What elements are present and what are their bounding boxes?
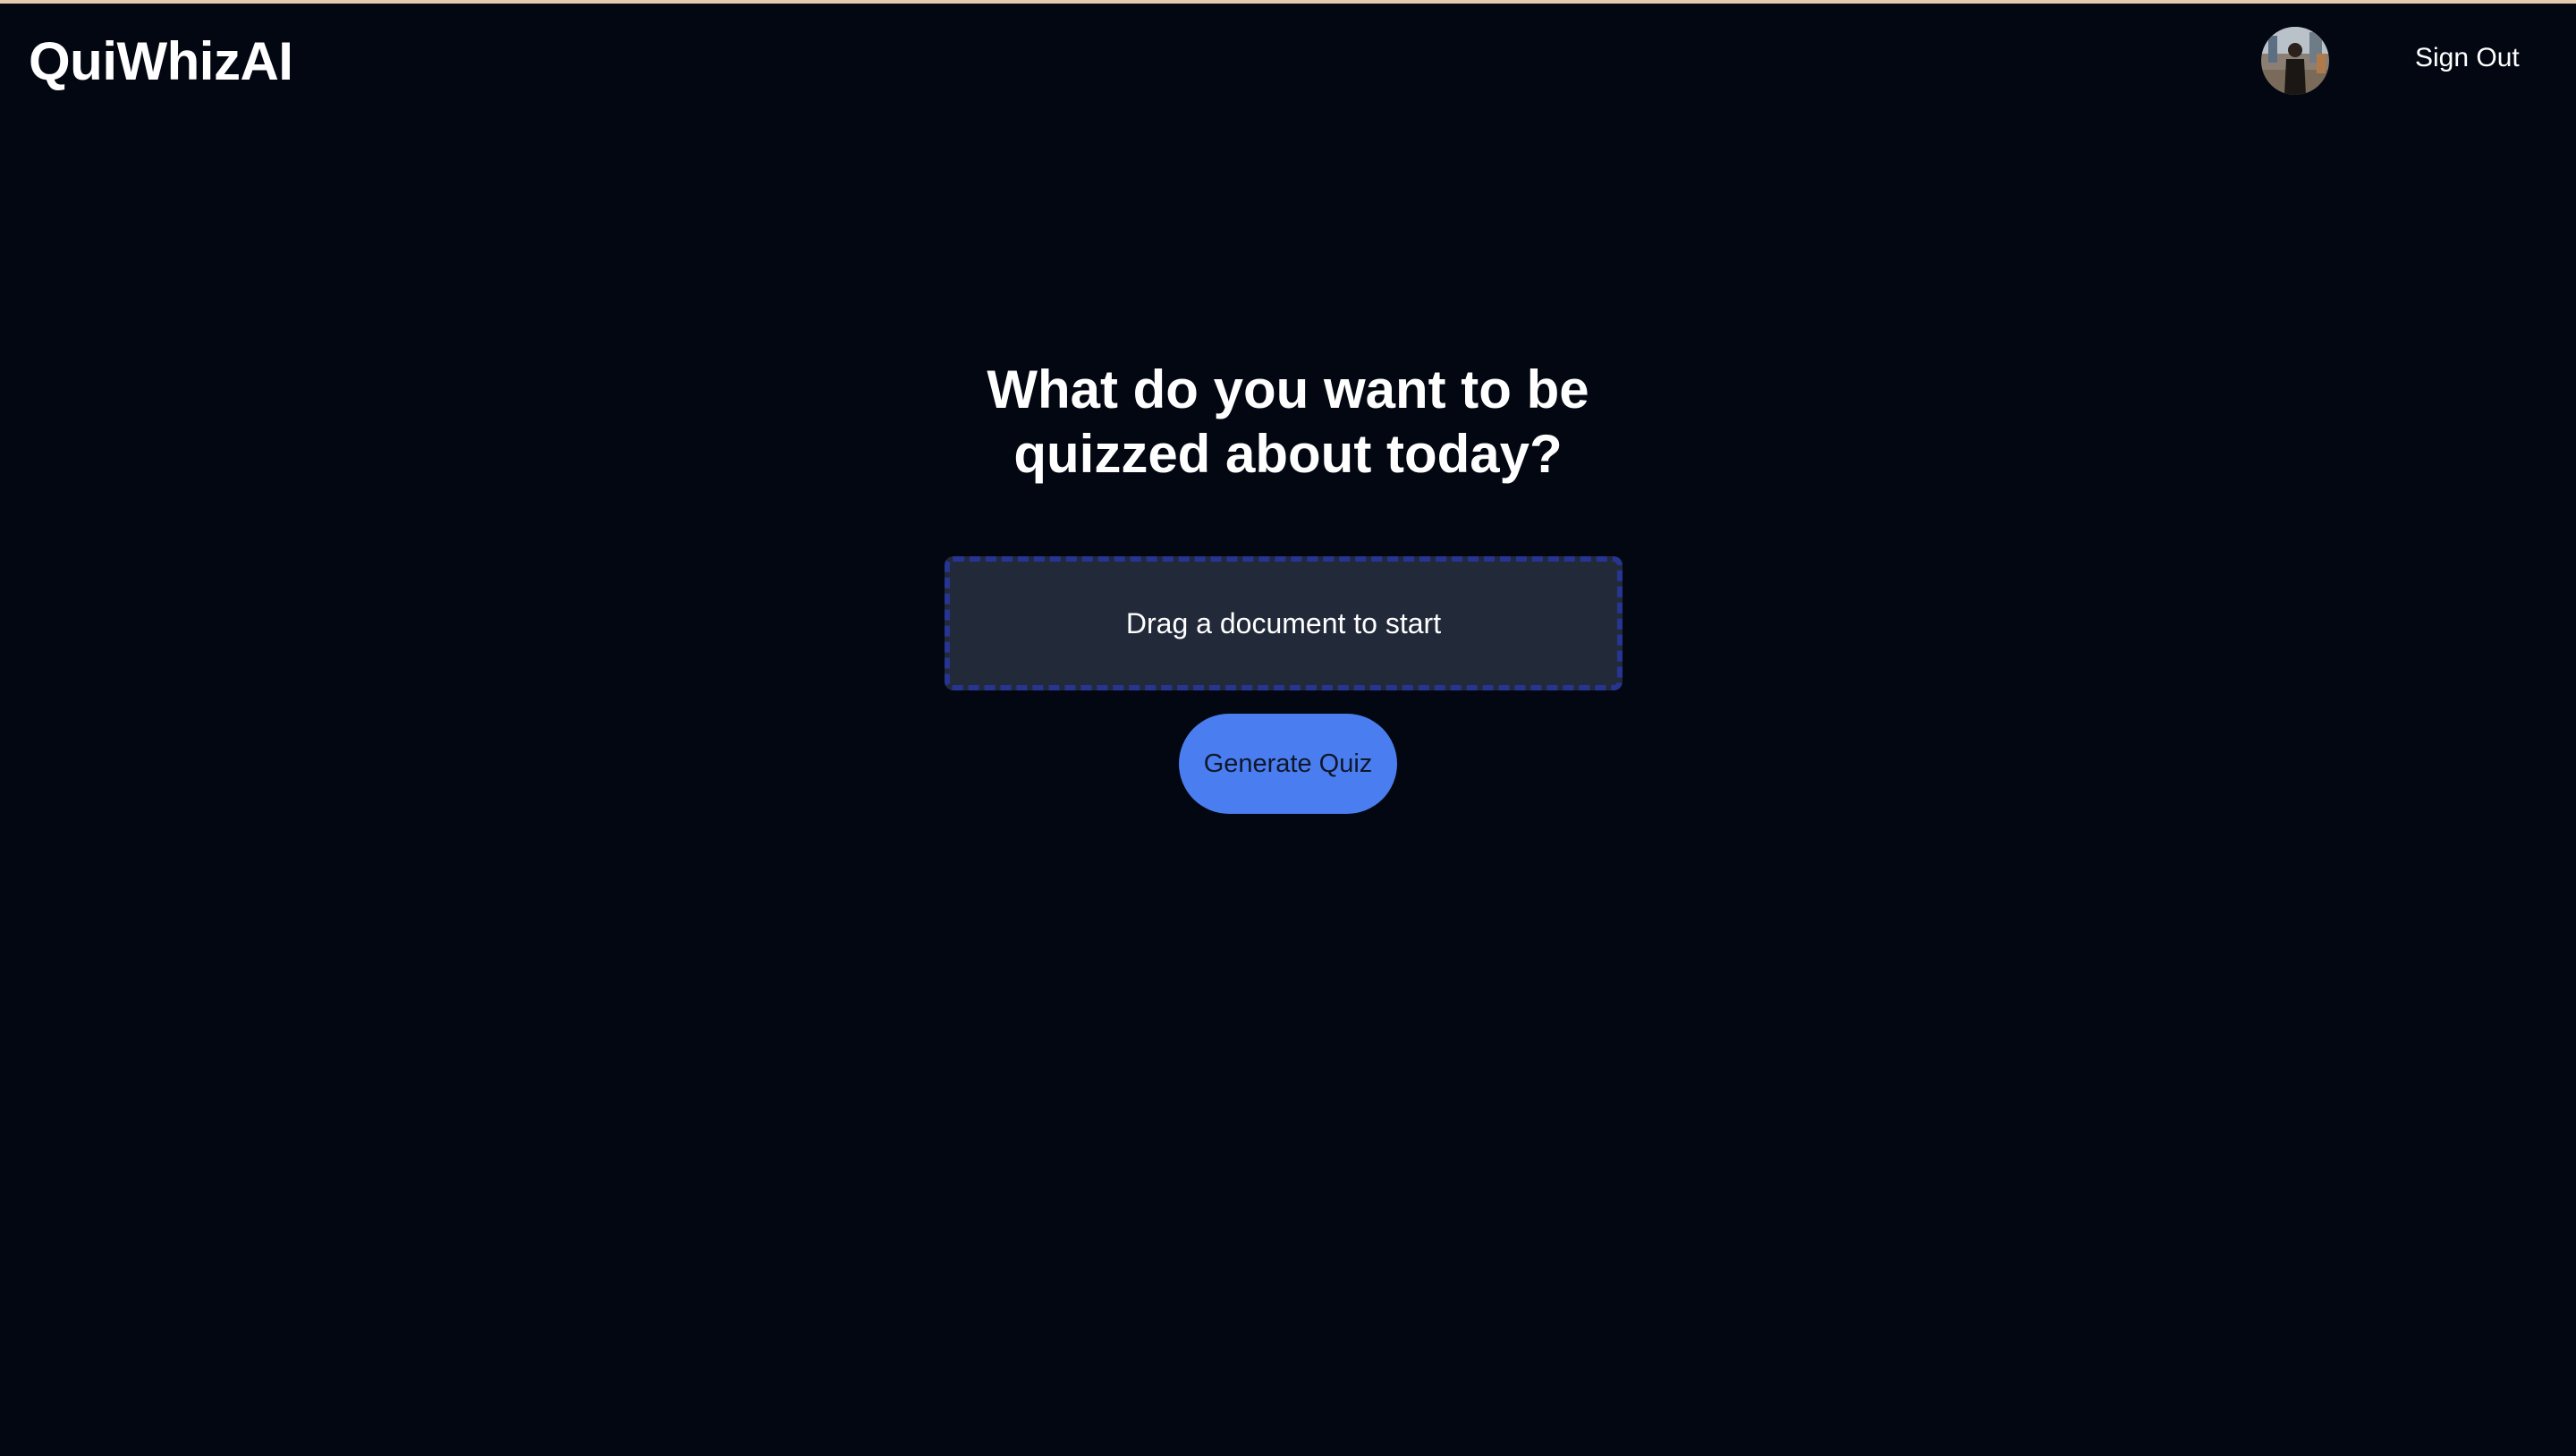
dropzone-label: Drag a document to start (1125, 606, 1442, 639)
avatar-image (2261, 27, 2329, 95)
main-content: What do you want to be quizzed about tod… (0, 358, 2576, 814)
user-avatar[interactable] (2261, 27, 2329, 95)
top-nav-bar: QuiWhizAI Sign Out (0, 4, 2576, 120)
sign-out-button[interactable]: Sign Out (2397, 36, 2538, 80)
document-dropzone[interactable]: Drag a document to start (945, 556, 1623, 690)
generate-quiz-button[interactable]: Generate Quiz (1179, 714, 1397, 814)
app-logo[interactable]: QuiWhizAI (29, 30, 293, 93)
page-title: What do you want to be quizzed about tod… (987, 360, 1589, 484)
